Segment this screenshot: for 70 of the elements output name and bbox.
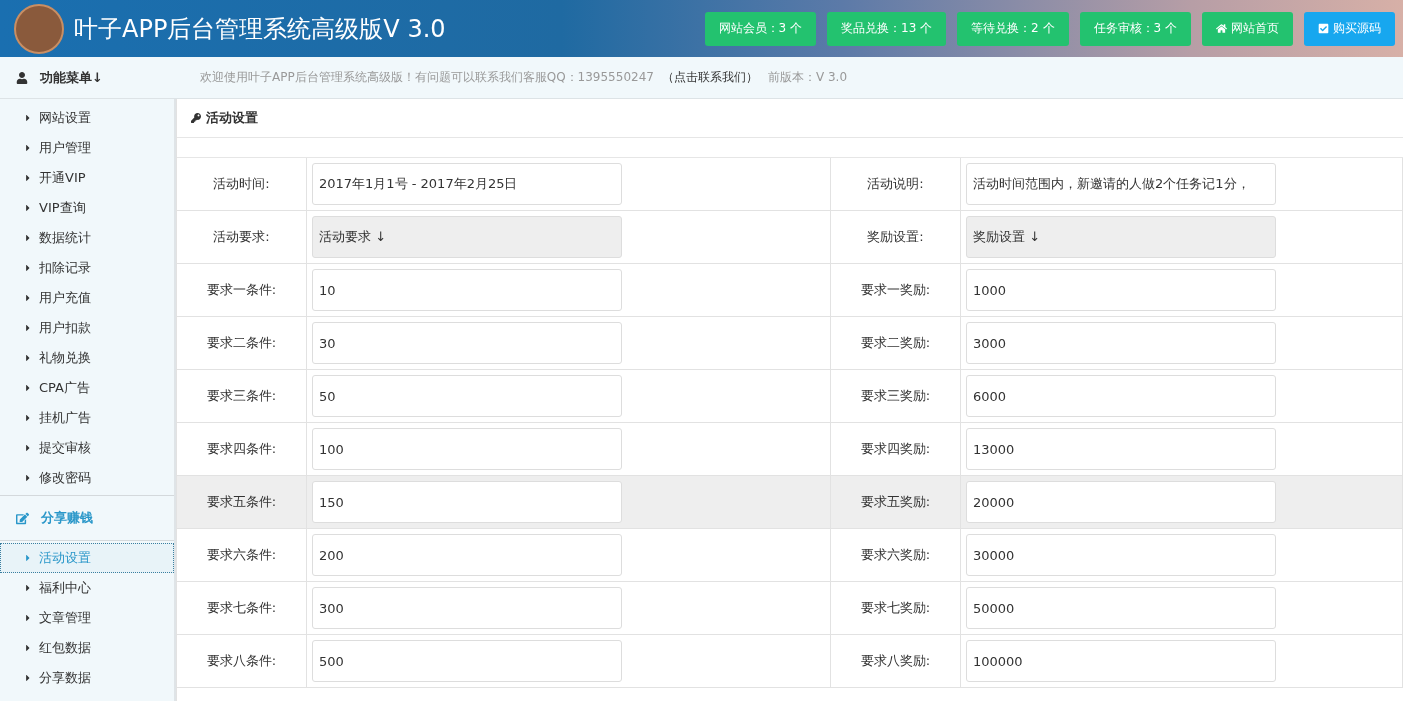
field-label: 要求一条件: (177, 264, 307, 316)
key-icon (191, 113, 201, 123)
input-field[interactable]: 150 (312, 481, 622, 523)
sidebar-item[interactable]: 福利中心 (0, 573, 174, 603)
sidebar-item[interactable]: VIP查询 (0, 193, 174, 223)
edit-icon (16, 511, 29, 525)
menu-title: 分享赚钱 (41, 509, 93, 527)
input-field[interactable]: 活动时间范围内，新邀请的人做2个任务记1分， (966, 163, 1276, 205)
sidebar-item[interactable]: 数据统计 (0, 223, 174, 253)
field-label: 奖励设置: (831, 211, 961, 263)
field-label: 要求三奖励: (831, 370, 961, 422)
sidebar-item[interactable]: 扣除记录 (0, 253, 174, 283)
field-label: 要求二奖励: (831, 317, 961, 369)
sidebar-item[interactable]: CPA广告 (0, 373, 174, 403)
input-field[interactable]: 50000 (966, 587, 1276, 629)
input-field[interactable]: 500 (312, 640, 622, 682)
sidebar-item[interactable]: 开通VIP (0, 163, 174, 193)
field-label: 要求四条件: (177, 423, 307, 475)
input-field[interactable]: 1000 (966, 269, 1276, 311)
input-field[interactable]: 10 (312, 269, 622, 311)
input-field[interactable]: 100 (312, 428, 622, 470)
field-label: 要求四奖励: (831, 423, 961, 475)
field-label: 要求七条件: (177, 582, 307, 634)
input-field[interactable]: 13000 (966, 428, 1276, 470)
field-label: 要求五条件: (177, 476, 307, 528)
app-title: 叶子APP后台管理系统高级版V 3.0 (74, 13, 447, 45)
field-label: 要求六奖励: (831, 529, 961, 581)
sidebar-item[interactable]: 文章管理 (0, 603, 174, 633)
field-label: 要求一奖励: (831, 264, 961, 316)
field-label: 要求五奖励: (831, 476, 961, 528)
input-field[interactable]: 30 (312, 322, 622, 364)
input-field[interactable]: 活动要求 ↓ (312, 216, 622, 258)
input-field[interactable]: 6000 (966, 375, 1276, 417)
menu-title: 功能菜单↓ (40, 68, 103, 87)
sidebar-item[interactable]: 分享数据 (0, 663, 174, 693)
sidebar-item[interactable]: 用户扣款 (0, 313, 174, 343)
sidebar-item[interactable]: 礼物兑换 (0, 343, 174, 373)
check-icon (1318, 23, 1329, 34)
user-icon (16, 71, 28, 84)
input-field[interactable]: 300 (312, 587, 622, 629)
input-field[interactable]: 100000 (966, 640, 1276, 682)
field-label: 要求八条件: (177, 635, 307, 687)
field-label: 要求八奖励: (831, 635, 961, 687)
panel-title: 活动设置 (206, 109, 258, 127)
input-field[interactable]: 20000 (966, 481, 1276, 523)
field-label: 要求七奖励: (831, 582, 961, 634)
field-label: 要求二条件: (177, 317, 307, 369)
field-label: 要求三条件: (177, 370, 307, 422)
sidebar-item[interactable]: 用户管理 (0, 133, 174, 163)
field-label: 活动时间: (177, 158, 307, 210)
sidebar-item[interactable]: 用户充值 (0, 283, 174, 313)
input-field[interactable]: 50 (312, 375, 622, 417)
input-field[interactable]: 3000 (966, 322, 1276, 364)
input-field[interactable]: 30000 (966, 534, 1276, 576)
sidebar-item[interactable]: 挂机广告 (0, 403, 174, 433)
sidebar-item[interactable]: 修改密码 (0, 463, 174, 493)
avatar (14, 3, 64, 54)
sidebar-item[interactable]: 红包数据 (0, 633, 174, 663)
sidebar-item[interactable]: 提交审核 (0, 433, 174, 463)
version-text: 前版本：V 3.0 (767, 69, 848, 86)
field-label: 要求六条件: (177, 529, 307, 581)
contact-link[interactable]: （点击联系我们） (661, 69, 758, 86)
input-field[interactable]: 200 (312, 534, 622, 576)
input-field[interactable]: 2017年1月1号 - 2017年2月25日 (312, 163, 622, 205)
input-field[interactable]: 奖励设置 ↓ (966, 216, 1276, 258)
field-label: 活动要求: (177, 211, 307, 263)
sidebar-item[interactable]: 网站设置 (0, 103, 174, 133)
home-icon (1216, 23, 1227, 34)
welcome-text: 欢迎使用叶子APP后台管理系统高级版！有问题可以联系我们客服QQ：1395550247 (200, 69, 654, 86)
field-label: 活动说明: (831, 158, 961, 210)
